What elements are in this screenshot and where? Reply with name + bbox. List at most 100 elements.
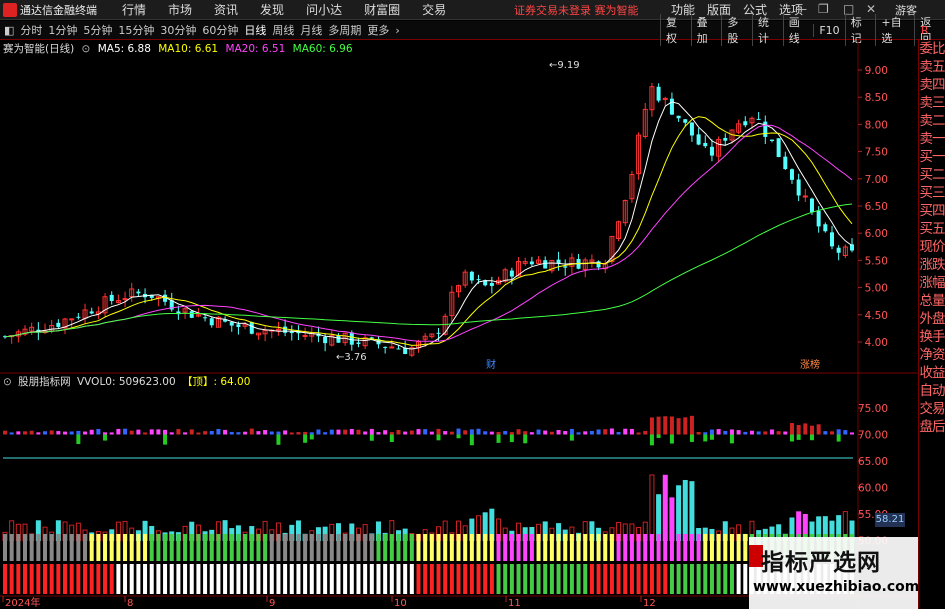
status-strip-bottom: [489, 564, 494, 594]
btn-f10[interactable]: F10: [813, 23, 844, 37]
panel-item[interactable]: 交易: [919, 400, 945, 418]
period-15min[interactable]: 15分钟: [118, 22, 154, 38]
candle-body: [349, 332, 354, 345]
panel-item[interactable]: 外盘: [919, 310, 945, 328]
period-timeshare[interactable]: 分时: [20, 22, 42, 38]
indicator-bar-lower: [789, 434, 794, 442]
menu-market[interactable]: 市场: [168, 1, 192, 18]
period-5min[interactable]: 5分钟: [83, 22, 112, 38]
panel-item[interactable]: 净资: [919, 346, 945, 364]
menu-trade[interactable]: 交易: [422, 1, 446, 18]
status-strip-bottom: [523, 564, 528, 594]
panel-item[interactable]: 涨跌: [919, 256, 945, 274]
status-strip-bottom: [149, 564, 154, 594]
menu-wealth[interactable]: 财富圈: [364, 1, 400, 18]
toolbar-expand-icon[interactable]: ◧: [4, 24, 14, 37]
indicator-bar-upper: [449, 431, 454, 435]
indicator-tick-label: 70.00: [858, 430, 888, 442]
status-strip-bottom: [269, 564, 274, 594]
panel-item[interactable]: 卖三: [919, 94, 945, 112]
candle-body: [676, 115, 681, 119]
indicator-bar-upper: [3, 430, 7, 435]
indicator-bar-upper: [136, 429, 141, 435]
panel-item[interactable]: 买一: [919, 148, 945, 166]
indicator-bar-upper: [463, 430, 468, 435]
status-strip-top: [276, 534, 281, 561]
panel-item[interactable]: 涨幅: [919, 274, 945, 292]
status-strip-top: [616, 534, 621, 561]
panel-item[interactable]: 买二: [919, 166, 945, 184]
panel-item[interactable]: 卖二: [919, 112, 945, 130]
status-strip-bottom: [456, 564, 461, 594]
indicator-bar-upper: [143, 432, 148, 435]
status-strip-top: [56, 534, 61, 561]
status-strip-bottom: [76, 564, 81, 594]
status-strip-bottom: [716, 564, 721, 594]
period-1min[interactable]: 1分钟: [48, 22, 77, 38]
period-daily[interactable]: 日线: [244, 22, 266, 38]
indicator-bar-upper: [343, 429, 348, 435]
status-strip-bottom: [689, 564, 694, 594]
status-strip-top: [283, 534, 288, 561]
panel-item[interactable]: 盘后: [919, 418, 945, 436]
menu-discover[interactable]: 发现: [260, 1, 284, 18]
indicator-toggle-icon[interactable]: ⊙: [3, 376, 12, 388]
price-tick-label: 5.00: [865, 283, 888, 295]
status-strip-top: [576, 534, 581, 561]
indicator-bar-upper: [203, 431, 208, 435]
candles-group: [3, 82, 854, 358]
panel-item[interactable]: 换手: [919, 328, 945, 346]
login-notice[interactable]: 证券交易未登录 赛为智能: [514, 2, 639, 18]
price-tick-label: 9.00: [865, 65, 888, 77]
restore-icon[interactable]: ❐: [818, 2, 829, 16]
period-monthly[interactable]: 月线: [300, 22, 322, 38]
status-strip-bottom: [463, 564, 468, 594]
period-30min[interactable]: 30分钟: [160, 22, 196, 38]
status-strip-top: [463, 534, 468, 561]
chart-canvas[interactable]: 9.00 8.50 8.00 7.50 7.00 6.50 6.00 5.50 5.00 4.50…: [0, 40, 918, 609]
panel-item[interactable]: 买五: [919, 220, 945, 238]
indicator-bar-lower: [649, 434, 654, 446]
candle-body: [596, 261, 601, 268]
ma-toggle-icon[interactable]: ⊙: [82, 43, 91, 55]
candle-body: [396, 348, 401, 350]
indicator-title-row: ⊙ 股朋指标网 VVOL0: 509623.00 【顶】: 64.00: [3, 374, 253, 388]
period-weekly[interactable]: 周线: [272, 22, 294, 38]
panel-item[interactable]: 买四: [919, 202, 945, 220]
status-strip-top: [143, 534, 148, 561]
period-60min[interactable]: 60分钟: [202, 22, 238, 38]
period-more[interactable]: 更多: [367, 22, 389, 38]
event-mark-rank: 涨榜: [800, 358, 820, 371]
panel-item[interactable]: 卖四: [919, 76, 945, 94]
indicator-group: [2, 415, 855, 594]
period-multi[interactable]: 多周期: [328, 22, 361, 38]
panel-item[interactable]: 买三: [919, 184, 945, 202]
panel-item[interactable]: 收益: [919, 364, 945, 382]
ma60-label: MA60: 6.96: [292, 43, 353, 55]
menu-news[interactable]: 资讯: [214, 1, 238, 18]
menu-quotes[interactable]: 行情: [122, 1, 146, 18]
status-strip-bottom: [589, 564, 594, 594]
status-strip-bottom: [169, 564, 174, 594]
panel-item[interactable]: 自动: [919, 382, 945, 400]
panel-item[interactable]: 总量: [919, 292, 945, 310]
panel-item[interactable]: 卖一: [919, 130, 945, 148]
panel-item[interactable]: 卖五: [919, 58, 945, 76]
menu-ask[interactable]: 问小达: [306, 1, 342, 18]
indicator-bar-upper: [189, 429, 194, 435]
status-strip-bottom: [403, 564, 408, 594]
panel-item[interactable]: 委比: [919, 40, 945, 58]
status-strip-top: [589, 534, 594, 561]
status-strip-bottom: [349, 564, 354, 594]
panel-item[interactable]: 现价: [919, 238, 945, 256]
status-strip-bottom: [276, 564, 281, 594]
chevron-right-icon[interactable]: ›: [395, 24, 399, 37]
candle-body: [389, 346, 395, 349]
status-strip-bottom: [623, 564, 628, 594]
candle-body: [56, 322, 61, 327]
status-strip-bottom: [216, 564, 221, 594]
status-strip-top: [743, 534, 748, 561]
indicator-bar-upper: [209, 431, 214, 435]
status-strip-bottom: [543, 564, 548, 594]
status-strip-top: [483, 534, 488, 561]
